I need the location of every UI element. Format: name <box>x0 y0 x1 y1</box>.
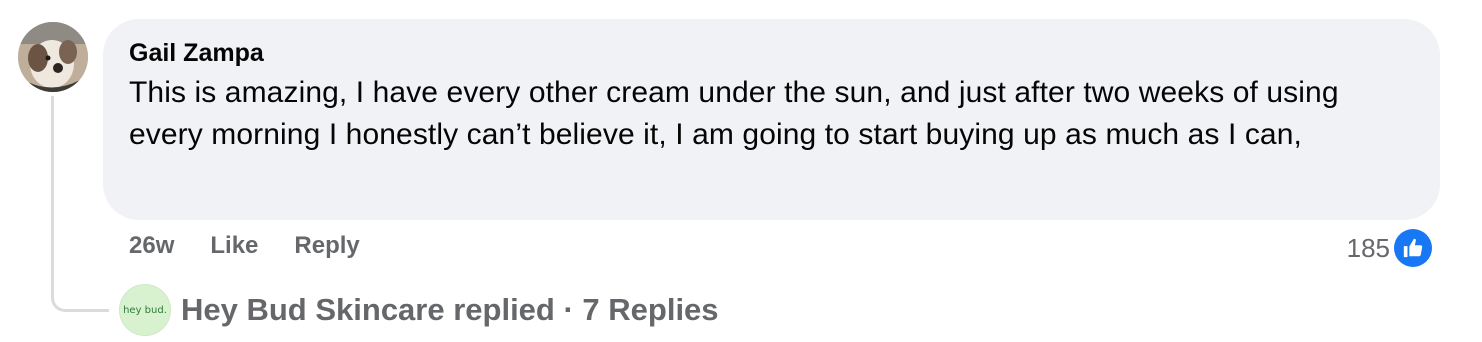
commenter-avatar[interactable] <box>18 22 88 92</box>
comment-bubble: Gail Zampa This is amazing, I have every… <box>103 19 1440 220</box>
reply-button[interactable]: Reply <box>294 232 359 260</box>
reaction-count: 185 <box>1346 232 1390 263</box>
comment-actions: 26w Like Reply <box>129 232 360 260</box>
dog-photo-icon <box>18 22 88 92</box>
view-replies-link[interactable]: hey bud. Hey Bud Skincare replied · 7 Re… <box>119 284 719 336</box>
like-button[interactable]: Like <box>210 232 258 260</box>
comment-author[interactable]: Gail Zampa <box>129 38 1414 68</box>
comment-text: This is amazing, I have every other crea… <box>129 76 1339 151</box>
replies-summary[interactable]: Hey Bud Skincare replied · 7 Replies <box>181 292 719 328</box>
thread-connector-line <box>51 96 109 312</box>
comment-timestamp[interactable]: 26w <box>129 232 174 260</box>
reaction-summary[interactable]: 185 <box>1347 229 1432 267</box>
hey-bud-logo-text: hey bud. <box>123 304 167 316</box>
hey-bud-avatar: hey bud. <box>119 284 171 336</box>
like-thumb-icon <box>1394 229 1432 267</box>
